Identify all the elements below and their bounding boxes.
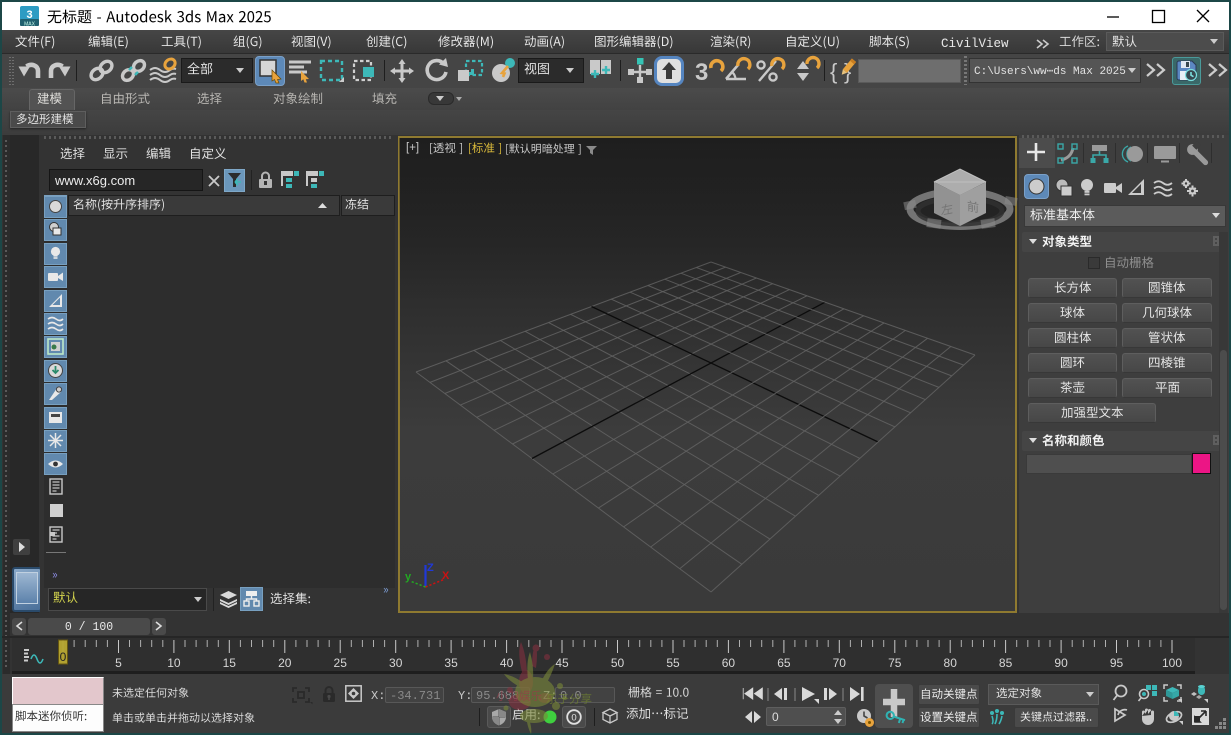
svg-text:85: 85 <box>999 656 1013 670</box>
svg-text:55: 55 <box>666 656 680 670</box>
svg-text:90: 90 <box>1054 656 1068 670</box>
svg-text:20: 20 <box>278 656 292 670</box>
svg-text:10: 10 <box>167 656 181 670</box>
svg-text:0: 0 <box>60 650 67 664</box>
svg-text:MAX: MAX <box>24 22 36 28</box>
svg-text:3: 3 <box>695 59 708 86</box>
svg-text:30: 30 <box>389 656 403 670</box>
svg-text:80: 80 <box>944 656 958 670</box>
svg-text:Z: Z <box>427 562 434 574</box>
svg-text:50: 50 <box>611 656 625 670</box>
svg-text:95: 95 <box>1110 656 1124 670</box>
svg-text:75: 75 <box>888 656 902 670</box>
svg-text:25: 25 <box>334 656 348 670</box>
svg-text:60: 60 <box>722 656 736 670</box>
svg-text:15: 15 <box>223 656 237 670</box>
svg-text:{: { <box>830 59 837 84</box>
svg-text:X: X <box>442 570 450 582</box>
svg-text:y: y <box>405 571 412 583</box>
svg-text:100: 100 <box>1162 656 1182 670</box>
svg-text:35: 35 <box>444 656 458 670</box>
svg-text:70: 70 <box>833 656 847 670</box>
svg-text:3: 3 <box>26 9 32 21</box>
svg-text:65: 65 <box>777 656 791 670</box>
svg-text:5: 5 <box>115 656 122 670</box>
